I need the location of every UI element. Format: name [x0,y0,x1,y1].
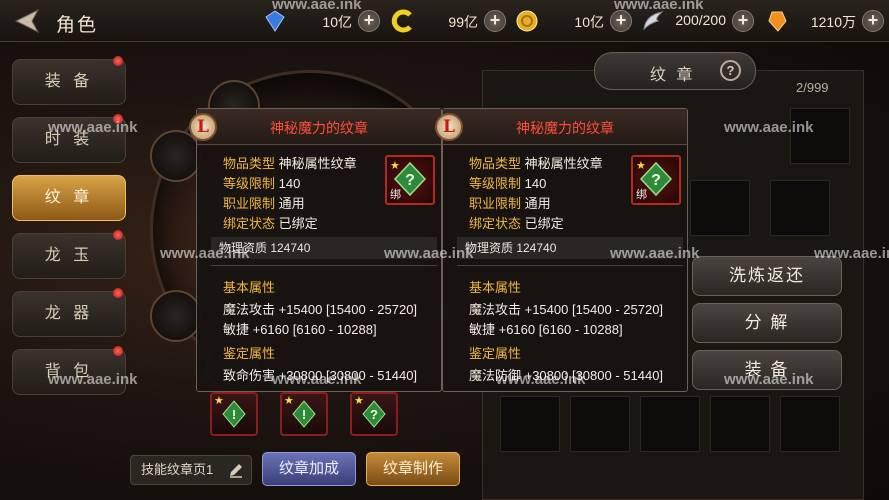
field-bind: 绑定状态 已绑定 [223,216,318,231]
emblem-craft-button[interactable]: 纹章制作 [366,452,460,486]
field-item-type: 物品类型 神秘属性纹章 [469,156,603,171]
notification-dot [113,288,123,298]
notification-dot [113,346,123,356]
gold-coin-icon [516,10,538,32]
add-stamina-button[interactable]: + [732,10,754,32]
watermark: www.aae.ink [614,0,704,13]
field-level: 等级限制 140 [223,176,301,191]
svg-text:★: ★ [636,160,646,172]
pencil-icon[interactable] [227,461,245,479]
item-name: 神秘魔力的纹章 [270,120,368,136]
menu-label: 装 备 [44,73,94,90]
divider [457,265,683,266]
basic-attributes-title: 基本属性 [469,280,522,295]
add-swirl-button[interactable]: + [484,10,506,32]
inventory-cell[interactable] [790,108,850,164]
green-emblem-icon: ! [292,400,316,428]
svg-text:?: ? [651,172,661,189]
resource-value: 10亿 [322,14,352,30]
inventory-cell[interactable] [500,396,560,452]
svg-text:★: ★ [390,160,400,172]
inventory-cell[interactable] [640,396,700,452]
field-item-type: 物品类型 神秘属性纹章 [223,156,357,171]
attribute-line: 魔法攻击 +15400 [15400 - 25720] [469,302,664,317]
attribute-line: 魔法攻击 +15400 [15400 - 25720] [223,302,418,317]
refine-return-button[interactable]: 洗炼返还 [692,256,842,296]
watermark: www.aae.ink [384,245,474,262]
inventory-cell[interactable] [780,396,840,452]
svg-text:?: ? [405,172,415,189]
basic-attributes-title: 基本属性 [223,280,276,295]
page-select-label: 技能纹章页1 [141,462,214,477]
emblem-slot[interactable]: ★ ! [280,392,328,436]
resource-crystal: 1210万 + [764,9,884,33]
add-gems-button[interactable]: + [358,10,380,32]
watermark: www.aae.ink [496,371,586,388]
inventory-cell[interactable] [770,180,830,236]
help-icon[interactable]: ? [720,60,741,81]
menu-equipment[interactable]: 装 备 [12,56,126,105]
bound-label: 绑 [390,189,401,201]
menu-label: 纹 章 [44,189,94,206]
back-arrow-icon[interactable] [8,6,46,36]
resource-value: 99亿 [448,14,478,30]
resource-swirl: 99亿 + [390,9,506,33]
svg-text:!: ! [232,407,236,422]
emblem-slot[interactable]: ★ ! [210,392,258,436]
svg-text:!: ! [302,407,306,422]
emblem-page-select[interactable]: 技能纹章页1 [130,455,252,485]
page-title: 角色 [56,15,99,36]
menu-label: 龙 器 [44,305,94,322]
watermark: www.aae.ink [272,371,362,388]
inventory-cell[interactable] [570,396,630,452]
emblem-slot[interactable]: ★ ? [350,392,398,436]
resource-value: 1210万 [810,14,856,30]
menu-dragon-jade[interactable]: 龙 玉 [12,230,126,279]
menu-label: 龙 玉 [44,247,94,264]
yellow-swirl-icon [391,9,412,33]
resource-value: 10亿 [574,14,604,30]
identify-attributes-title: 鉴定属性 [223,346,276,361]
green-emblem-icon: ! [222,400,246,428]
green-emblem-icon: ? [362,400,386,428]
svg-text:?: ? [370,407,378,422]
watermark: www.aae.ink [48,371,138,388]
watermark: www.aae.ink [724,119,814,136]
attribute-line: 敏捷 +6160 [6160 - 10288] [223,322,377,337]
identify-attributes-title: 鉴定属性 [469,346,522,361]
watermark: www.aae.ink [160,245,250,262]
field-level: 等级限制 140 [469,176,547,191]
emblem-socket[interactable] [150,290,202,342]
resource-value: 200/200 [675,12,726,28]
field-class: 职业限制 通用 [469,196,551,211]
item-name: 神秘魔力的纹章 [516,120,614,136]
notification-dot [113,56,123,66]
divider [211,265,437,266]
emblem-bonus-button[interactable]: 纹章加成 [262,452,356,486]
watermark: www.aae.ink [48,119,138,136]
inventory-cell[interactable] [690,180,750,236]
menu-dragon-artifact[interactable]: 龙 器 [12,288,126,337]
disassemble-button[interactable]: 分 解 [692,303,842,343]
watermark: www.aae.ink [272,0,362,13]
watermark: www.aae.ink [814,245,889,262]
inventory-count: 2/999 [796,80,829,95]
bound-label: 绑 [636,189,647,201]
item-icon: ★ ? 绑 [631,155,681,205]
panel-title: 纹 章 [650,67,696,84]
amber-crystal-icon [768,11,787,32]
watermark: www.aae.ink [724,371,814,388]
inventory-cell[interactable] [710,396,770,452]
add-crystal-button[interactable]: + [862,10,884,32]
item-icon: ★ ? 绑 [385,155,435,205]
notification-dot [113,230,123,240]
top-bar: 角色 10亿 + 99亿 + 10亿 + 200/200 + 1210万 + [0,0,889,42]
field-class: 职业限制 通用 [223,196,305,211]
add-gold-button[interactable]: + [610,10,632,32]
attribute-line: 敏捷 +6160 [6160 - 10288] [469,322,623,337]
menu-emblem[interactable]: 纹 章 [12,175,126,221]
field-bind: 绑定状态 已绑定 [469,216,564,231]
watermark: www.aae.ink [610,245,700,262]
